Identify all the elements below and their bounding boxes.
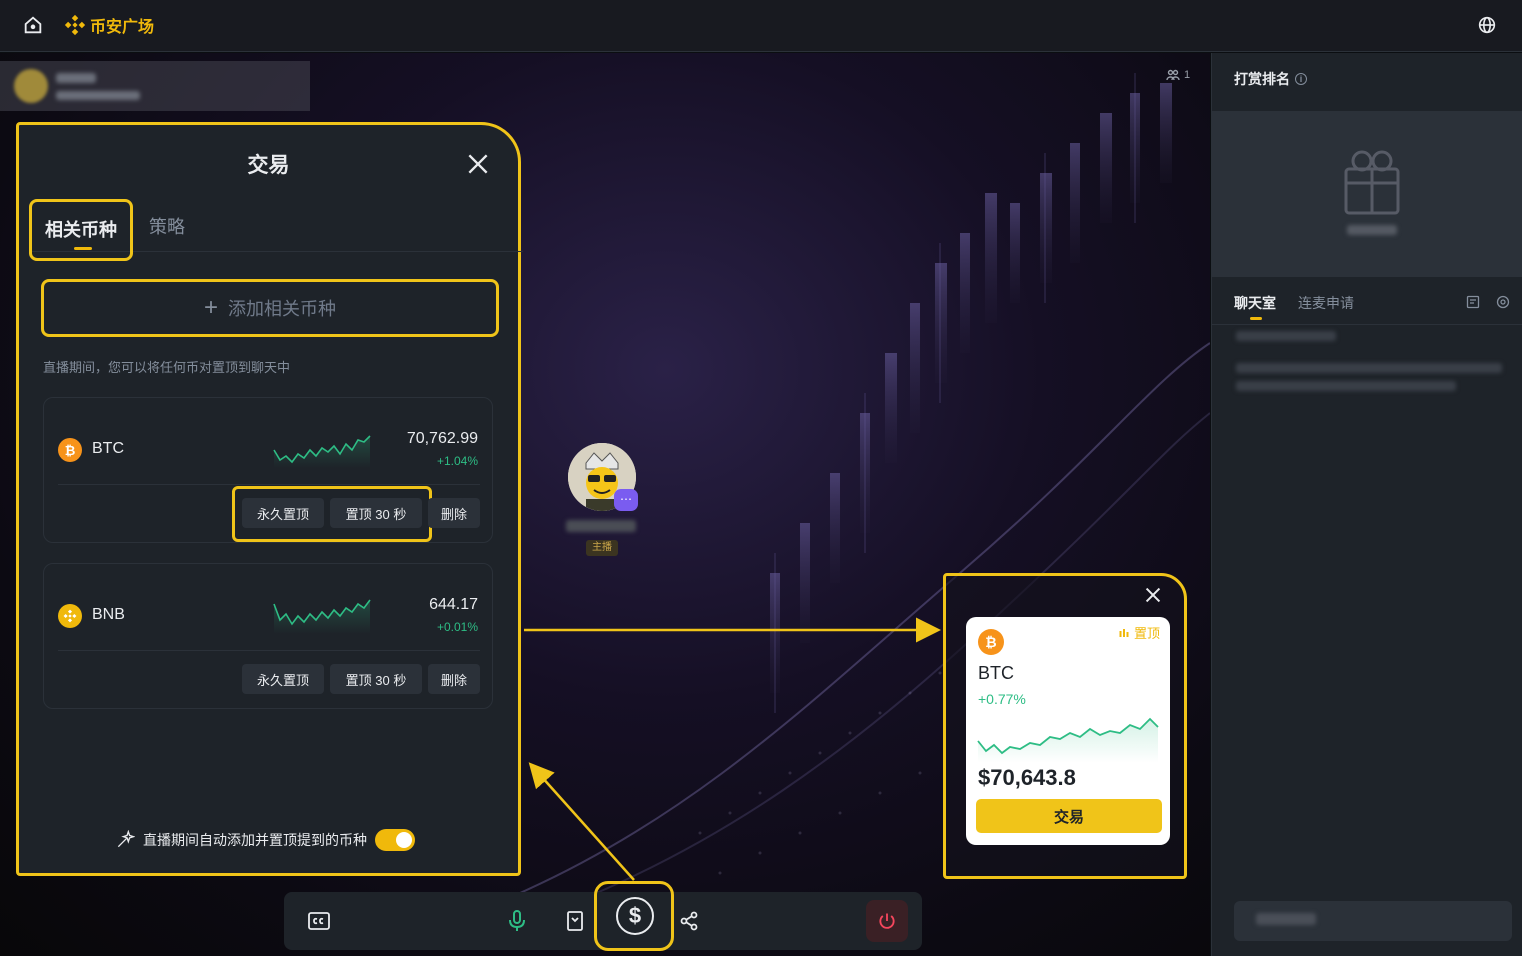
trade-panel: 交易 相关币种 策略 + 添加相关币种 直播期间，您可以将任何币对置顶到聊天中 … — [16, 122, 523, 876]
active-tab-indicator — [74, 247, 92, 250]
coin-symbol: BNB — [92, 606, 125, 623]
bnb-sparkline — [273, 599, 371, 634]
coin-price: 644.17 — [429, 596, 478, 613]
coin-price: 70,762.99 — [406, 430, 478, 447]
pin-30s-button[interactable]: 置顶 30 秒 — [330, 498, 422, 528]
card-divider — [58, 484, 480, 485]
mic-button[interactable] — [502, 906, 532, 936]
pinned-change: +0.77% — [978, 691, 1026, 707]
coin-change: +0.01% — [436, 620, 478, 634]
viewer-count: 1 — [1166, 69, 1190, 81]
cc-icon — [308, 912, 330, 930]
share-icon — [680, 911, 698, 931]
pinned-price: $70,643.8 — [978, 765, 1076, 790]
end-live-button[interactable] — [866, 900, 908, 942]
chat-tabs: 聊天室 连麦申请 — [1212, 285, 1522, 325]
gift-icon — [1344, 150, 1400, 215]
auto-add-toggle[interactable] — [375, 829, 415, 851]
tab-related-coins-label: 相关币种 — [45, 220, 117, 240]
bitcoin-icon: ₿ — [978, 629, 1004, 655]
pin-30s-button[interactable]: 置顶 30 秒 — [330, 664, 422, 694]
host-name-blurred — [566, 520, 636, 532]
logo[interactable]: 币安广场 — [64, 13, 154, 37]
pin-forever-button[interactable]: 永久置顶 — [242, 498, 324, 528]
tab-chatroom[interactable]: 聊天室 — [1234, 293, 1276, 313]
auto-add-row: 直播期间自动添加并置顶提到的币种 — [115, 829, 415, 851]
pin-forever-button[interactable]: 永久置顶 — [242, 664, 324, 694]
toggle-knob — [396, 832, 412, 848]
host-meta-blurred — [56, 91, 140, 100]
chat-message-blurred — [1236, 363, 1502, 373]
users-icon — [1166, 69, 1180, 81]
host-name-blurred — [56, 73, 96, 83]
bnb-glyph — [63, 609, 77, 623]
plus-icon: + — [203, 294, 218, 321]
pinned-badge: 置顶 — [1118, 623, 1160, 642]
coin-card-bnb: BNB 644.17 +0.01% 永久置顶 置顶 30 秒 删除 — [43, 563, 493, 709]
captions-button[interactable] — [304, 906, 334, 936]
card-divider — [58, 650, 480, 651]
edit-icon[interactable] — [1466, 295, 1480, 309]
right-sidebar: 打赏排名 i 聊天室 连麦申请 — [1211, 53, 1522, 956]
share-button[interactable] — [674, 906, 704, 936]
pinned-label: 置顶 — [1133, 626, 1160, 641]
coin-card-btc: ₿ BTC 70,762.99 +1.04% 永久置顶 置顶 30 秒 删除 — [43, 397, 493, 543]
add-related-coin-button[interactable]: + 添加相关币种 — [41, 279, 499, 337]
ranking-title: 打赏排名 i — [1234, 69, 1307, 89]
close-icon[interactable] — [1142, 584, 1164, 606]
add-related-coin-label: 添加相关币种 — [228, 299, 336, 319]
btc-sparkline — [273, 435, 371, 468]
bnb-icon — [58, 604, 82, 628]
delete-button[interactable]: 删除 — [428, 498, 480, 528]
logo-text: 币安广场 — [90, 19, 155, 36]
tab-related-coins[interactable]: 相关币种 — [29, 199, 133, 261]
dollar-icon[interactable]: $ — [616, 897, 654, 935]
pinned-sparkline — [977, 717, 1159, 763]
chat-message-blurred — [1236, 331, 1336, 341]
bookmark-button[interactable] — [560, 906, 590, 936]
chat-message-blurred — [1236, 381, 1456, 391]
ranking-title-text: 打赏排名 — [1234, 71, 1290, 87]
mic-icon — [509, 910, 525, 931]
host-chat-badge: ⋯ — [614, 489, 638, 511]
power-icon — [879, 913, 895, 929]
host-info-card[interactable] — [0, 61, 310, 111]
globe-icon[interactable] — [1476, 14, 1498, 36]
coin-symbol: BTC — [92, 440, 124, 457]
info-icon[interactable]: i — [1295, 73, 1307, 85]
gift-ranking-area — [1212, 111, 1522, 277]
bitcoin-icon: ₿ — [58, 438, 82, 462]
coin-change: +1.04% — [436, 454, 478, 468]
gift-empty-text-blurred — [1347, 225, 1397, 235]
close-icon[interactable] — [465, 151, 491, 177]
binance-logo-icon — [64, 14, 86, 36]
auto-add-label: 直播期间自动添加并置顶提到的币种 — [143, 832, 367, 848]
delete-button[interactable]: 删除 — [428, 664, 480, 694]
host-role-badge: 主播 — [586, 540, 618, 556]
pinned-coin-preview: ₿ 置顶 BTC +0.77% $70,643.8 交易 — [943, 573, 1187, 879]
chat-input-placeholder-blurred — [1256, 913, 1316, 925]
pinned-symbol: BTC — [978, 663, 1014, 683]
pin-hint-text: 直播期间，您可以将任何币对置顶到聊天中 — [43, 360, 291, 375]
chat-tab-indicator — [1250, 317, 1262, 320]
tab-co-host-requests[interactable]: 连麦申请 — [1298, 293, 1354, 313]
viewer-count-value: 1 — [1184, 69, 1191, 81]
sparkle-icon — [117, 830, 135, 848]
app-root: 币安广场 1 ⋯ 主播 交易 相关币种 策略 + 添加相关币种 直播期间，您可以… — [0, 0, 1522, 956]
trade-button[interactable]: 交易 — [976, 799, 1162, 833]
home-icon[interactable] — [22, 14, 44, 36]
host-avatar-small — [14, 69, 48, 103]
bookmark-icon — [567, 911, 583, 931]
tab-strategy[interactable]: 策略 — [149, 213, 185, 239]
top-bar: 币安广场 — [0, 0, 1522, 52]
pin-icon — [1119, 628, 1129, 637]
pinned-coin-card[interactable]: ₿ 置顶 BTC +0.77% $70,643.8 交易 — [966, 617, 1170, 845]
panel-title: 交易 — [247, 154, 290, 177]
settings-icon[interactable] — [1496, 295, 1510, 309]
chat-input[interactable] — [1234, 901, 1512, 941]
